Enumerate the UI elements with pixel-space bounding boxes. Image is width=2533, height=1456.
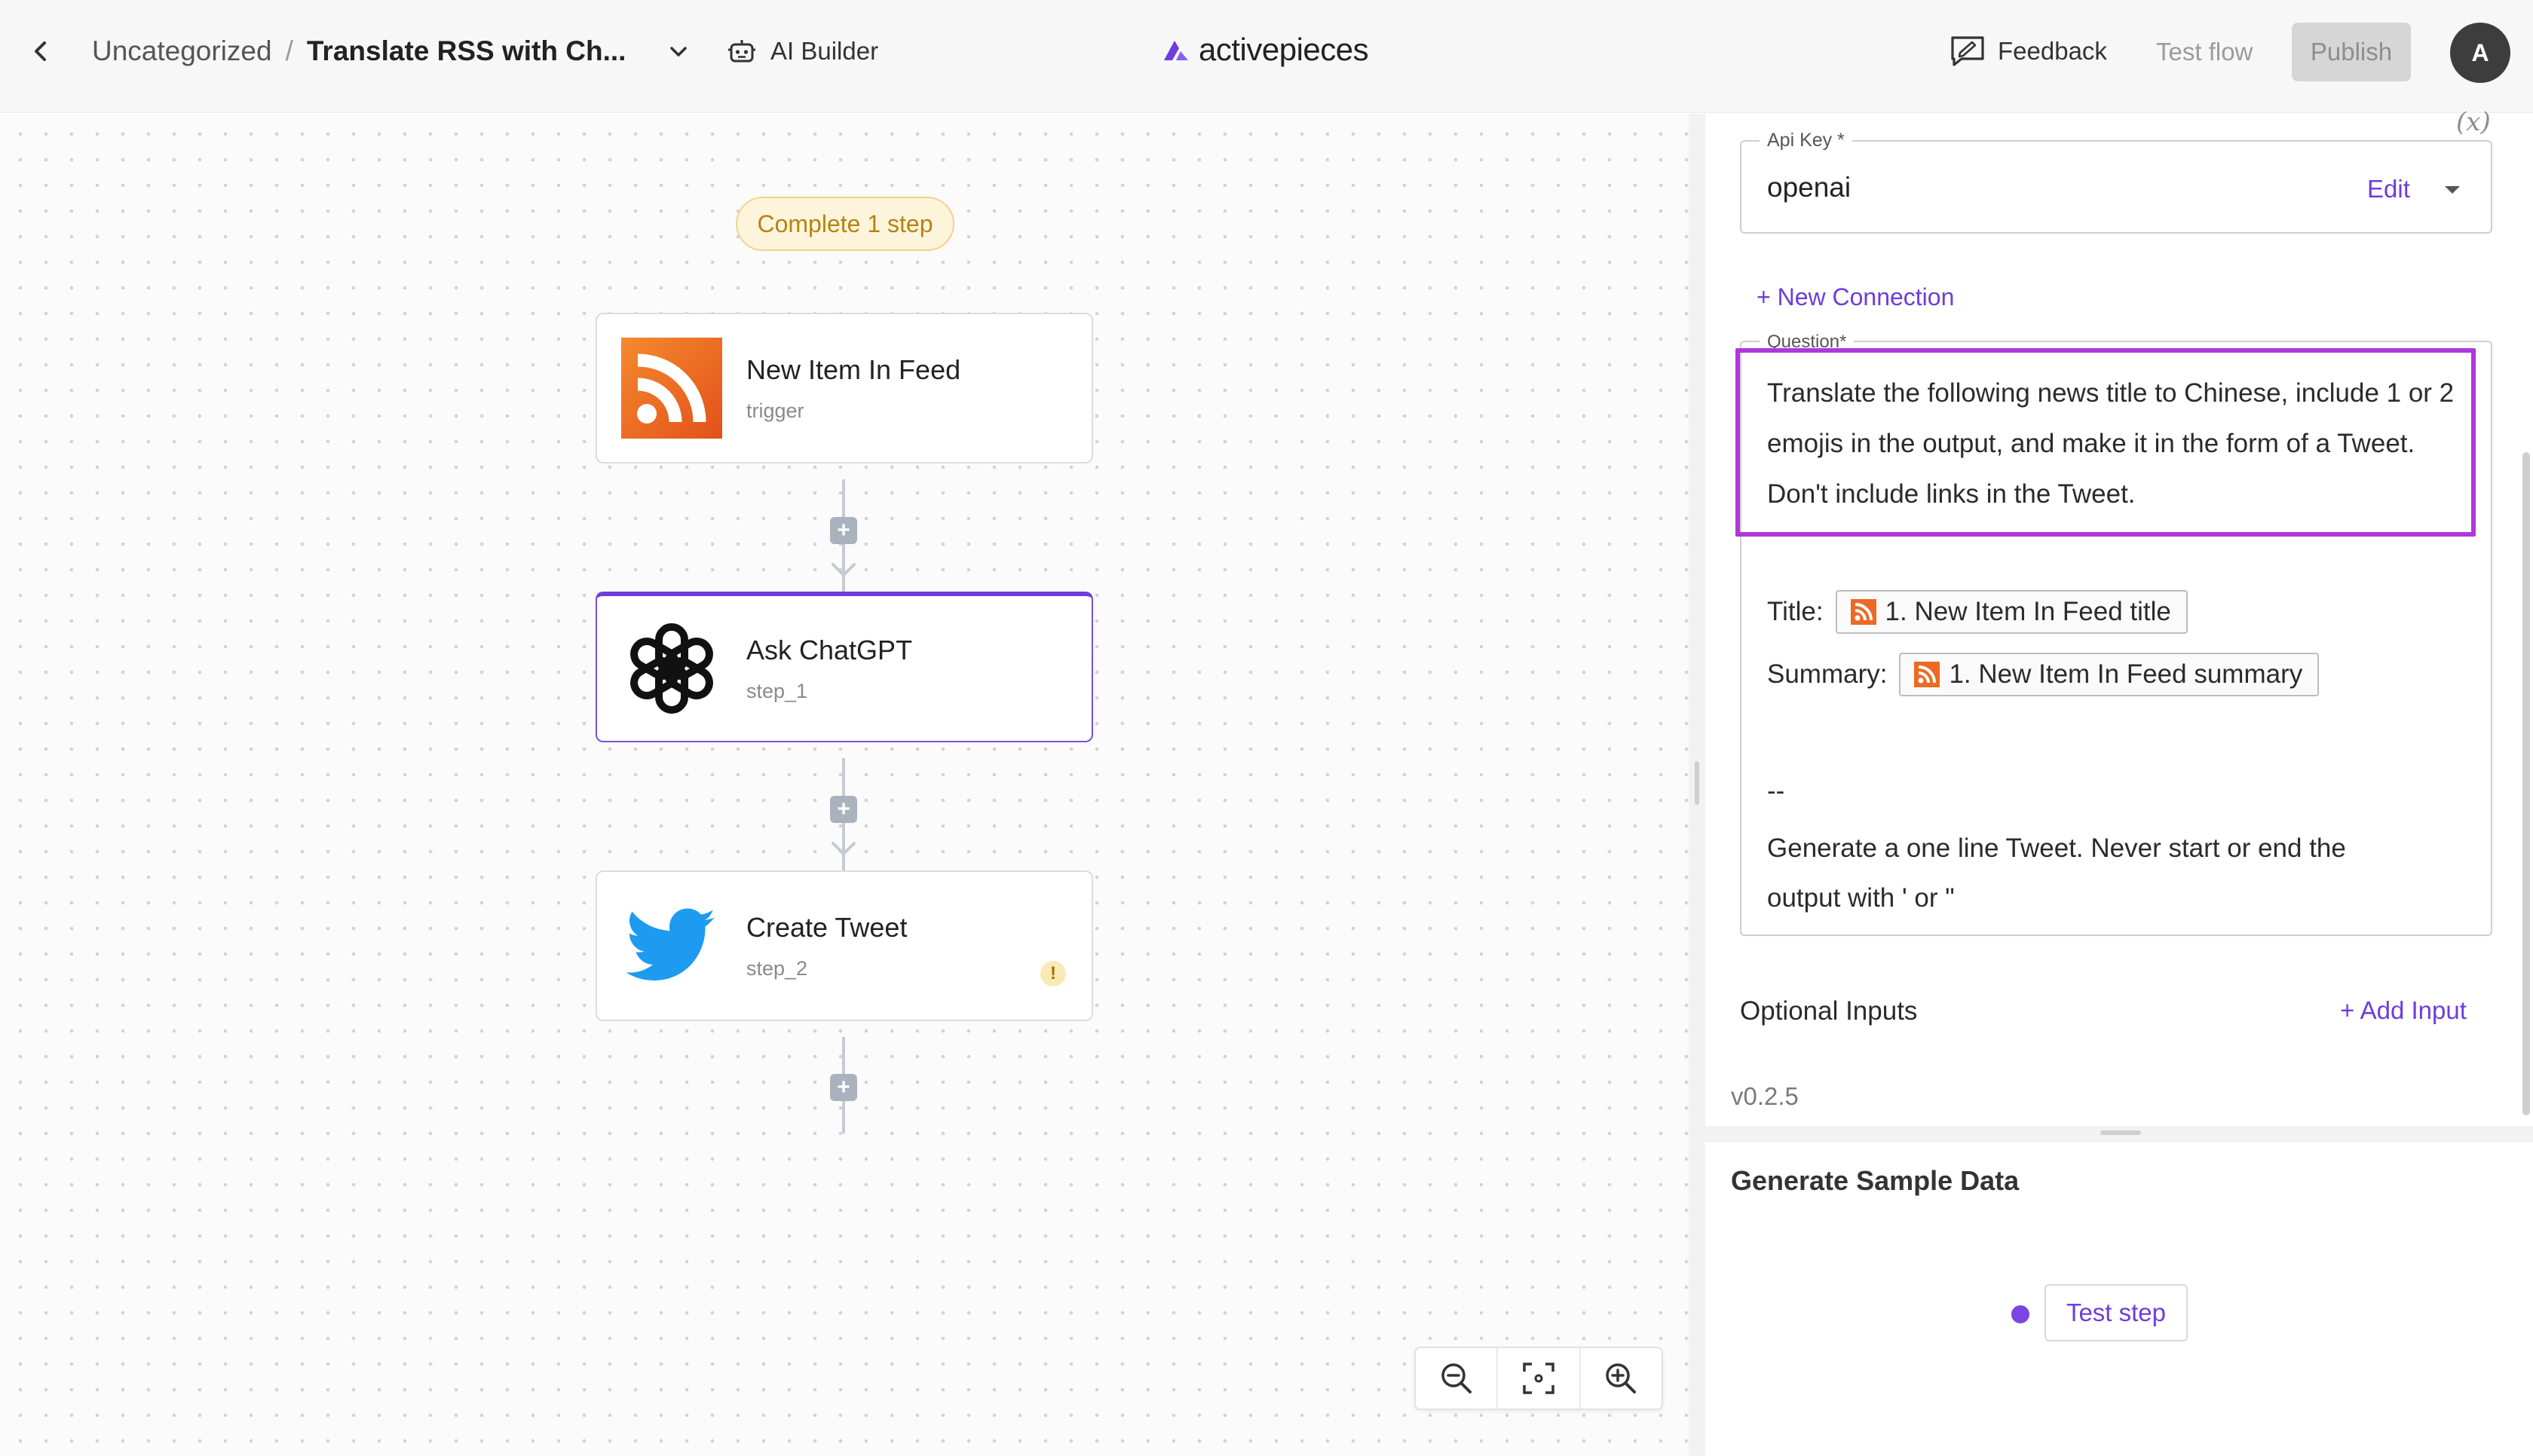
activepieces-logo: activepieces — [1161, 29, 1369, 71]
fit-view-icon — [1523, 1363, 1554, 1394]
warning-icon[interactable]: ! — [1040, 961, 1066, 986]
publish-button[interactable]: Publish — [2292, 23, 2411, 81]
arrow-down-icon — [832, 842, 856, 856]
step-card-create-tweet[interactable]: Create Tweet step_2 ! — [596, 870, 1093, 1021]
flow-menu-button[interactable] — [663, 36, 694, 66]
separator-text: -- — [1767, 776, 1785, 806]
back-button[interactable] — [23, 33, 59, 69]
add-input-button[interactable]: + Add Input — [2340, 996, 2467, 1025]
dynamic-value-toggle[interactable]: (x) — [2456, 107, 2491, 137]
api-key-value: openai — [1767, 172, 1852, 203]
feedback-icon — [1951, 36, 1984, 66]
breadcrumb: Uncategorized / Translate RSS with Ch... — [92, 32, 626, 71]
step-card-ask-chatgpt[interactable]: Ask ChatGPT step_1 — [596, 592, 1093, 742]
feedback-label: Feedback — [1998, 37, 2107, 65]
step-card-trigger[interactable]: New Item In Feed trigger — [596, 313, 1093, 463]
activepieces-logo-icon — [1164, 41, 1188, 60]
arrow-down-icon — [832, 563, 856, 577]
user-avatar[interactable]: A — [2450, 23, 2510, 83]
summary-line: Summary: 1. New Item In Feed summary — [1767, 653, 2320, 696]
status-dot — [2011, 1305, 2029, 1323]
zoom-controls — [1414, 1347, 1663, 1410]
top-bar: Uncategorized / Translate RSS with Ch...… — [0, 0, 2533, 113]
breadcrumb-folder[interactable]: Uncategorized — [92, 35, 272, 67]
step-title: Ask ChatGPT — [746, 634, 913, 665]
zoom-out-icon — [1441, 1363, 1472, 1393]
add-step-button[interactable]: + — [830, 517, 857, 544]
openai-icon — [621, 618, 722, 719]
rss-icon — [1850, 599, 1876, 625]
optional-inputs-label: Optional Inputs — [1740, 996, 1918, 1026]
caret-down-icon[interactable] — [2443, 184, 2462, 196]
api-key-field[interactable]: Api Key * openai Edit — [1740, 130, 2492, 234]
api-key-label: Api Key * — [1760, 130, 1852, 151]
resize-handle[interactable] — [1695, 761, 1699, 805]
ai-builder-button[interactable]: AI Builder — [727, 32, 878, 71]
new-connection-button[interactable]: + New Connection — [1757, 283, 1954, 311]
title-line: Title: 1. New Item In Feed title — [1767, 590, 2188, 634]
title-chip-label: 1. New Item In Feed title — [1885, 597, 2171, 626]
step-subtitle: trigger — [746, 399, 804, 422]
sample-data-title: Generate Sample Data — [1731, 1165, 2020, 1196]
test-step-button[interactable]: Test step — [2044, 1284, 2188, 1341]
robot-icon — [728, 40, 755, 63]
closing-line-2: output with ' or " — [1767, 883, 1955, 913]
chevron-left-icon — [35, 41, 46, 61]
summary-label: Summary: — [1767, 659, 1888, 689]
zoom-in-button[interactable] — [1581, 1348, 1662, 1409]
step-title: New Item In Feed — [746, 353, 961, 385]
test-flow-button[interactable]: Test flow — [2156, 33, 2253, 71]
add-step-button[interactable]: + — [830, 796, 857, 823]
resize-handle[interactable] — [2100, 1130, 2141, 1135]
summary-variable-chip[interactable]: 1. New Item In Feed summary — [1899, 653, 2320, 696]
zoom-out-button[interactable] — [1416, 1348, 1499, 1409]
rss-icon — [621, 338, 722, 439]
panel-scrollbar[interactable] — [2522, 452, 2530, 1115]
highlight-box — [1735, 348, 2476, 537]
fit-view-button[interactable] — [1498, 1348, 1581, 1409]
title-label: Title: — [1767, 597, 1824, 626]
flow-name[interactable]: Translate RSS with Ch... — [307, 35, 626, 67]
twitter-icon — [621, 895, 722, 996]
step-subtitle: step_1 — [746, 679, 808, 702]
ai-builder-label: AI Builder — [770, 37, 879, 65]
complete-steps-pill[interactable]: Complete 1 step — [736, 197, 954, 251]
breadcrumb-separator: / — [285, 35, 293, 66]
feedback-button[interactable]: Feedback — [1950, 30, 2107, 72]
title-variable-chip[interactable]: 1. New Item In Feed title — [1835, 590, 2188, 634]
step-title: Create Tweet — [746, 911, 908, 943]
add-step-button[interactable]: + — [830, 1074, 857, 1101]
edit-connection-button[interactable]: Edit — [2367, 175, 2410, 203]
logo-text: activepieces — [1199, 32, 1369, 67]
zoom-in-icon — [1606, 1363, 1637, 1393]
summary-chip-label: 1. New Item In Feed summary — [1949, 659, 2303, 689]
closing-line-1: Generate a one line Tweet. Never start o… — [1767, 834, 2346, 863]
piece-version: v0.2.5 — [1731, 1082, 1799, 1110]
flow-canvas[interactable]: Complete 1 step New Item In Feed trigger — [0, 114, 1689, 1456]
rss-icon — [1914, 662, 1940, 687]
chevron-down-icon — [670, 47, 687, 57]
step-subtitle: step_2 — [746, 956, 808, 980]
